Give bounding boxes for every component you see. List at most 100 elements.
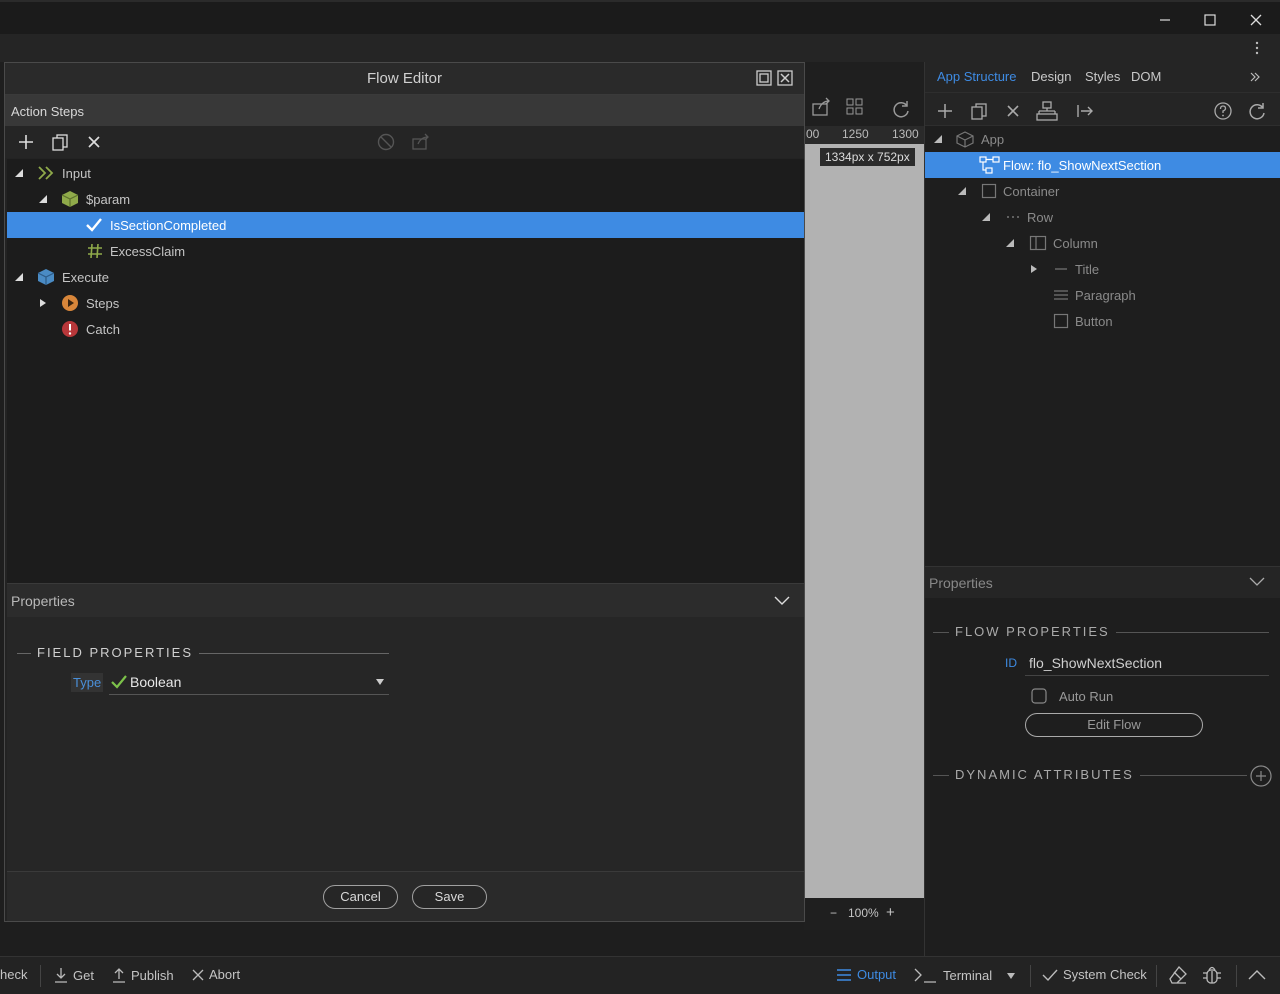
tab-design[interactable]: Design <box>1031 69 1071 84</box>
collapse-panel-button[interactable] <box>1248 969 1266 981</box>
move-button[interactable] <box>1074 100 1096 122</box>
maximize-button[interactable] <box>1195 8 1225 32</box>
collapse-triangle-icon <box>39 195 47 203</box>
tree-item-title[interactable]: Title <box>925 256 1280 282</box>
tree-node-excessclaim[interactable]: ExcessClaim <box>7 238 804 264</box>
field-properties-heading: FIELD PROPERTIES <box>31 645 200 660</box>
divider <box>40 965 41 987</box>
delete-button[interactable] <box>1002 100 1024 122</box>
tree-item-container[interactable]: Container <box>925 178 1280 204</box>
chevrons-right-icon <box>1250 72 1260 82</box>
tree-item-row[interactable]: Row <box>925 204 1280 230</box>
divider <box>1030 965 1031 987</box>
minimize-button[interactable] <box>1150 8 1180 32</box>
tab-dom[interactable]: DOM <box>1131 69 1161 84</box>
delete-step-button[interactable] <box>86 134 102 150</box>
save-button[interactable]: Save <box>412 885 487 909</box>
disable-step-button[interactable] <box>377 133 395 151</box>
dialog-footer: Cancel Save <box>7 871 804 921</box>
abort-button[interactable]: Abort <box>192 967 240 982</box>
maximize-dialog-button[interactable] <box>756 70 772 86</box>
close-window-button[interactable] <box>1241 8 1271 32</box>
copy-step-button[interactable] <box>51 133 69 151</box>
ruler-label: 1250 <box>842 127 869 141</box>
id-label: ID <box>1005 656 1017 670</box>
tree-node-issectioncompleted[interactable]: IsSectionCompleted <box>7 212 804 238</box>
maximize-icon <box>756 70 772 86</box>
plus-icon <box>938 104 952 118</box>
publish-label: Publish <box>131 967 174 983</box>
get-label: Get <box>73 967 94 983</box>
expand-panel-button[interactable] <box>1249 71 1261 83</box>
window-titlebar <box>0 0 1280 34</box>
close-icon <box>777 70 793 86</box>
square-icon <box>1053 313 1069 329</box>
export-step-button[interactable] <box>411 133 431 151</box>
help-button[interactable] <box>1212 100 1234 122</box>
tree-node-label: $param <box>86 192 131 207</box>
duplicate-button[interactable] <box>968 100 990 122</box>
checkbox-icon <box>1031 688 1047 704</box>
tree-node-label: Execute <box>62 270 109 285</box>
cancel-button[interactable]: Cancel <box>323 885 398 909</box>
auto-run-checkbox[interactable]: Auto Run <box>1031 688 1113 704</box>
tree-item-column[interactable]: Column <box>925 230 1280 256</box>
refresh-canvas-button[interactable] <box>890 98 912 120</box>
flow-properties-heading: FLOW PROPERTIES <box>949 624 1116 639</box>
tree-node-steps[interactable]: Steps <box>7 290 804 316</box>
add-step-button[interactable] <box>17 133 35 151</box>
type-select[interactable]: Boolean <box>109 671 389 695</box>
tab-app-structure[interactable]: App Structure <box>937 69 1017 84</box>
share-icon[interactable] <box>810 96 832 118</box>
tree-label: Title <box>1075 261 1100 277</box>
get-button[interactable]: Get <box>54 967 94 983</box>
dialog-properties-header[interactable]: Properties <box>7 583 804 617</box>
output-tab[interactable]: Output <box>836 967 896 982</box>
system-check-button[interactable]: System Check <box>1042 967 1147 982</box>
ban-icon <box>377 133 395 151</box>
tree-label: Row <box>1027 209 1054 225</box>
properties-header[interactable]: Properties <box>925 566 1280 598</box>
close-dialog-button[interactable] <box>777 70 793 86</box>
publish-button[interactable]: Publish <box>112 967 174 983</box>
debug-button[interactable] <box>1202 965 1222 985</box>
tree-item-button[interactable]: Button <box>925 308 1280 334</box>
expand-triangle-icon <box>1031 265 1037 273</box>
grid-icon[interactable] <box>844 96 866 118</box>
canvas-size-badge: 1334px x 752px <box>820 148 915 166</box>
tree-node-input[interactable]: Input <box>7 160 804 186</box>
check-button[interactable]: heck <box>0 967 27 982</box>
tab-styles[interactable]: Styles <box>1085 69 1120 84</box>
terminal-dropdown[interactable] <box>1006 972 1016 980</box>
clear-button[interactable] <box>1168 965 1188 985</box>
add-attribute-button[interactable] <box>1250 765 1272 787</box>
structure-button[interactable] <box>1036 100 1058 122</box>
system-check-label: System Check <box>1063 967 1147 982</box>
package-icon <box>61 191 79 207</box>
tree-node-catch[interactable]: Catch <box>7 316 804 342</box>
collapse-triangle-icon <box>982 213 990 221</box>
dialog-properties-body: FIELD PROPERTIES Type Boolean <box>7 617 804 871</box>
tree-node-execute[interactable]: Execute <box>7 264 804 290</box>
zoom-in-button[interactable]: + <box>886 904 895 921</box>
maximize-icon <box>1204 14 1216 26</box>
more-menu-button[interactable] <box>1252 40 1262 56</box>
terminal-tab[interactable]: Terminal <box>914 967 992 983</box>
tree-item-paragraph[interactable]: Paragraph <box>925 282 1280 308</box>
secondary-toolbar <box>0 34 1280 62</box>
edit-flow-button[interactable]: Edit Flow <box>1025 713 1203 737</box>
properties-label: Properties <box>11 593 75 609</box>
collapse-triangle-icon <box>934 135 942 143</box>
id-field[interactable]: flo_ShowNextSection <box>1025 652 1269 676</box>
add-element-button[interactable] <box>934 100 956 122</box>
tree-item-app[interactable]: App <box>925 126 1280 152</box>
panel-tabs: App Structure Design Styles DOM <box>925 62 1280 92</box>
zoom-out-button[interactable]: − <box>830 906 837 920</box>
column-icon <box>1029 235 1047 251</box>
refresh-structure-button[interactable] <box>1246 100 1268 122</box>
action-steps-toolbar <box>5 126 804 158</box>
tree-item-flow[interactable]: Flow: flo_ShowNextSection <box>925 152 1280 178</box>
tree-node-param[interactable]: $param <box>7 186 804 212</box>
tree-label: Column <box>1053 235 1098 251</box>
action-steps-tree: Input $param IsSectionCompleted ExcessCl… <box>7 159 804 645</box>
